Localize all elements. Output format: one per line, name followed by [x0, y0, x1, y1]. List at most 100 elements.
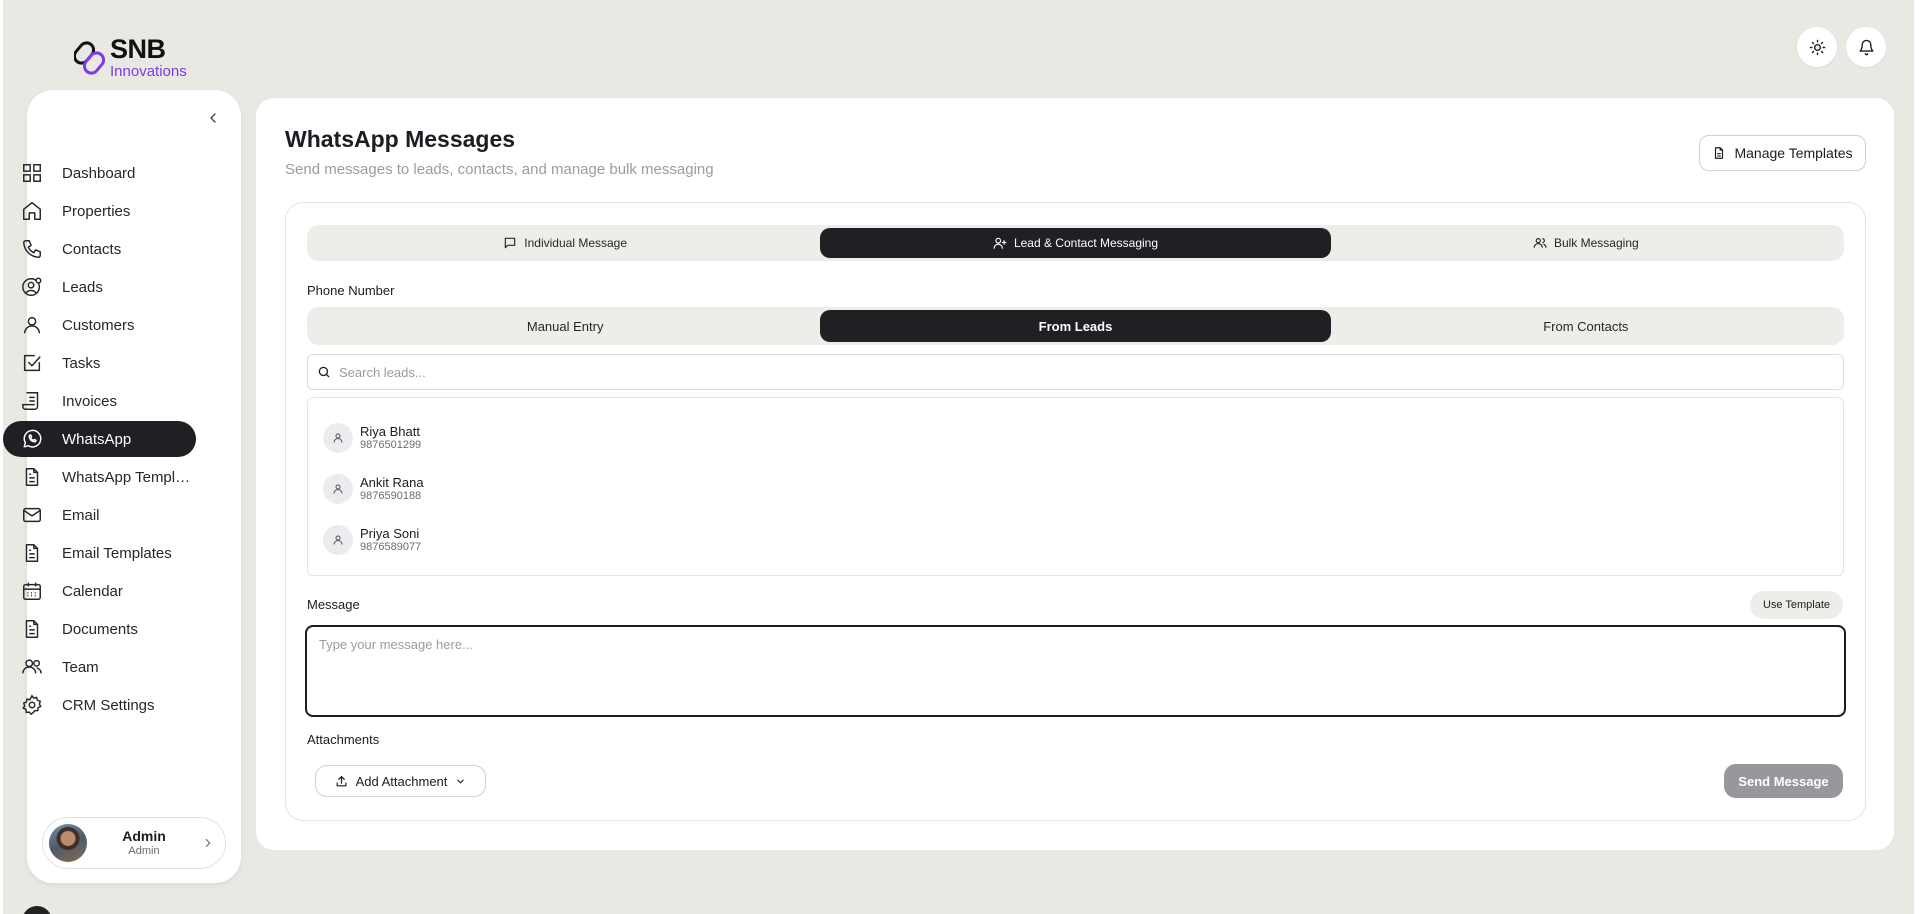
page-title: WhatsApp Messages	[285, 126, 516, 152]
notifications-button[interactable]	[1846, 27, 1886, 67]
avatar	[323, 474, 353, 504]
sidebar-item-dashboard[interactable]: Dashboard	[3, 155, 196, 191]
message-mode-tabs: Individual Message Lead & Contact Messag…	[307, 225, 1844, 261]
file-text-icon	[21, 466, 43, 488]
sidebar-item-email-templates[interactable]: Email Templates	[3, 535, 196, 571]
user-name: Admin	[122, 828, 166, 844]
lead-phone: 9876590188	[360, 490, 422, 503]
sidebar-item-label: Contacts	[62, 240, 122, 258]
user-plus-icon	[993, 237, 1007, 249]
bell-icon	[1858, 39, 1874, 55]
avatar	[323, 423, 353, 453]
tab-from-leads[interactable]: From Leads	[820, 310, 1331, 342]
lead-list: Riya Bhatt 9876501299 Ankit Rana 9876590…	[307, 397, 1844, 576]
search-input[interactable]	[339, 364, 1721, 380]
user-target-icon	[21, 276, 43, 298]
file-text-icon	[21, 618, 43, 640]
receipt-icon	[21, 390, 43, 412]
sidebar-item-label: Email	[62, 506, 100, 524]
home-icon	[21, 200, 43, 222]
user-profile-card[interactable]: Admin Admin	[42, 817, 226, 869]
sidebar-item-team[interactable]: Team	[3, 649, 196, 685]
users-icon	[1533, 238, 1547, 248]
manage-templates-button[interactable]: Manage Templates	[1699, 135, 1866, 171]
sidebar-item-tasks[interactable]: Tasks	[3, 345, 196, 381]
sidebar-item-label: Calendar	[62, 582, 123, 600]
window-edge-right	[1914, 0, 1919, 914]
user-icon	[333, 433, 343, 443]
floating-widget-button[interactable]	[22, 906, 52, 914]
avatar	[49, 824, 87, 862]
tab-from-contacts[interactable]: From Contacts	[1331, 310, 1841, 342]
send-message-button[interactable]: Send Message	[1724, 764, 1843, 798]
user-icon	[21, 314, 43, 336]
sidebar-item-customers[interactable]: Customers	[3, 307, 196, 343]
users-icon	[21, 656, 43, 678]
sidebar-item-email[interactable]: Email	[3, 497, 196, 533]
search-icon	[318, 366, 330, 378]
link-logo-icon	[74, 41, 106, 75]
tab-manual-entry[interactable]: Manual Entry	[310, 310, 820, 342]
phone-icon	[21, 238, 43, 260]
chevron-down-icon	[457, 779, 465, 784]
brand-name: SNB	[110, 34, 166, 64]
theme-toggle-button[interactable]	[1797, 27, 1837, 67]
sidebar-item-label: Tasks	[62, 354, 101, 372]
tab-label: Bulk Messaging	[1553, 236, 1639, 250]
sidebar-item-whatsapp-templates[interactable]: WhatsApp Templates	[3, 459, 196, 495]
phone-source-tabs: Manual Entry From Leads From Contacts	[307, 307, 1844, 345]
calendar-icon	[21, 580, 43, 602]
add-attachment-button[interactable]: Add Attachment	[315, 765, 486, 797]
whatsapp-icon	[21, 428, 43, 450]
gear-icon	[21, 694, 43, 716]
lead-search	[307, 354, 1844, 390]
sidebar-item-whatsapp[interactable]: WhatsApp	[3, 421, 196, 457]
tab-label: Lead & Contact Messaging	[1013, 236, 1159, 250]
mail-icon	[21, 504, 43, 526]
sidebar-item-label: Email Templates	[62, 544, 172, 562]
sidebar-item-invoices[interactable]: Invoices	[3, 383, 196, 419]
upload-icon	[336, 775, 347, 786]
message-square-icon	[505, 237, 516, 249]
tab-individual-message[interactable]: Individual Message	[310, 228, 820, 258]
use-template-button[interactable]: Use Template	[1750, 591, 1843, 619]
list-item[interactable]: Riya Bhatt 9876501299	[308, 413, 1843, 463]
file-text-icon	[21, 542, 43, 564]
sidebar-item-documents[interactable]: Documents	[3, 611, 196, 647]
attachments-label: Attachments	[307, 732, 380, 747]
sidebar-item-label: Documents	[62, 620, 138, 638]
manage-templates-label: Manage Templates	[1734, 145, 1853, 161]
list-item[interactable]: Priya Soni 9876589077	[308, 515, 1843, 565]
list-item[interactable]: Ankit Rana 9876590188	[308, 464, 1843, 514]
user-role: Admin	[128, 844, 160, 857]
sidebar-item-calendar[interactable]: Calendar	[3, 573, 196, 609]
sidebar-item-label: Leads	[62, 278, 103, 296]
tab-bulk-messaging[interactable]: Bulk Messaging	[1331, 228, 1841, 258]
sidebar-item-contacts[interactable]: Contacts	[3, 231, 196, 267]
sun-icon	[1809, 39, 1825, 55]
sidebar-item-label: Invoices	[62, 392, 118, 410]
sidebar-item-properties[interactable]: Properties	[3, 193, 196, 229]
message-input[interactable]	[319, 637, 1832, 705]
file-text-icon	[1715, 147, 1724, 159]
brand-tagline: Innovations	[110, 63, 187, 80]
tab-label: Individual Message	[524, 236, 628, 250]
user-icon	[333, 484, 343, 494]
avatar	[323, 525, 353, 555]
sidebar-item-label: CRM Settings	[62, 696, 155, 714]
user-icon	[333, 535, 343, 545]
sidebar-item-label: WhatsApp	[62, 430, 132, 448]
sidebar-item-leads[interactable]: Leads	[3, 269, 196, 305]
sidebar-item-label: Team	[62, 658, 99, 676]
add-attachment-label: Add Attachment	[355, 773, 448, 789]
brand-logo[interactable]: SNB Innovations	[74, 36, 187, 79]
sidebar-item-crm-settings[interactable]: CRM Settings	[3, 687, 196, 723]
tab-lead-contact-messaging[interactable]: Lead & Contact Messaging	[820, 228, 1331, 258]
lead-name: Ankit Rana	[360, 474, 424, 490]
message-field	[305, 625, 1846, 717]
page-subtitle: Send messages to leads, contacts, and ma…	[285, 161, 714, 178]
phone-number-label: Phone Number	[307, 283, 395, 298]
chevron-left-icon[interactable]	[205, 110, 221, 126]
lead-phone: 9876501299	[360, 439, 422, 452]
sidebar-item-label: Properties	[62, 202, 131, 220]
